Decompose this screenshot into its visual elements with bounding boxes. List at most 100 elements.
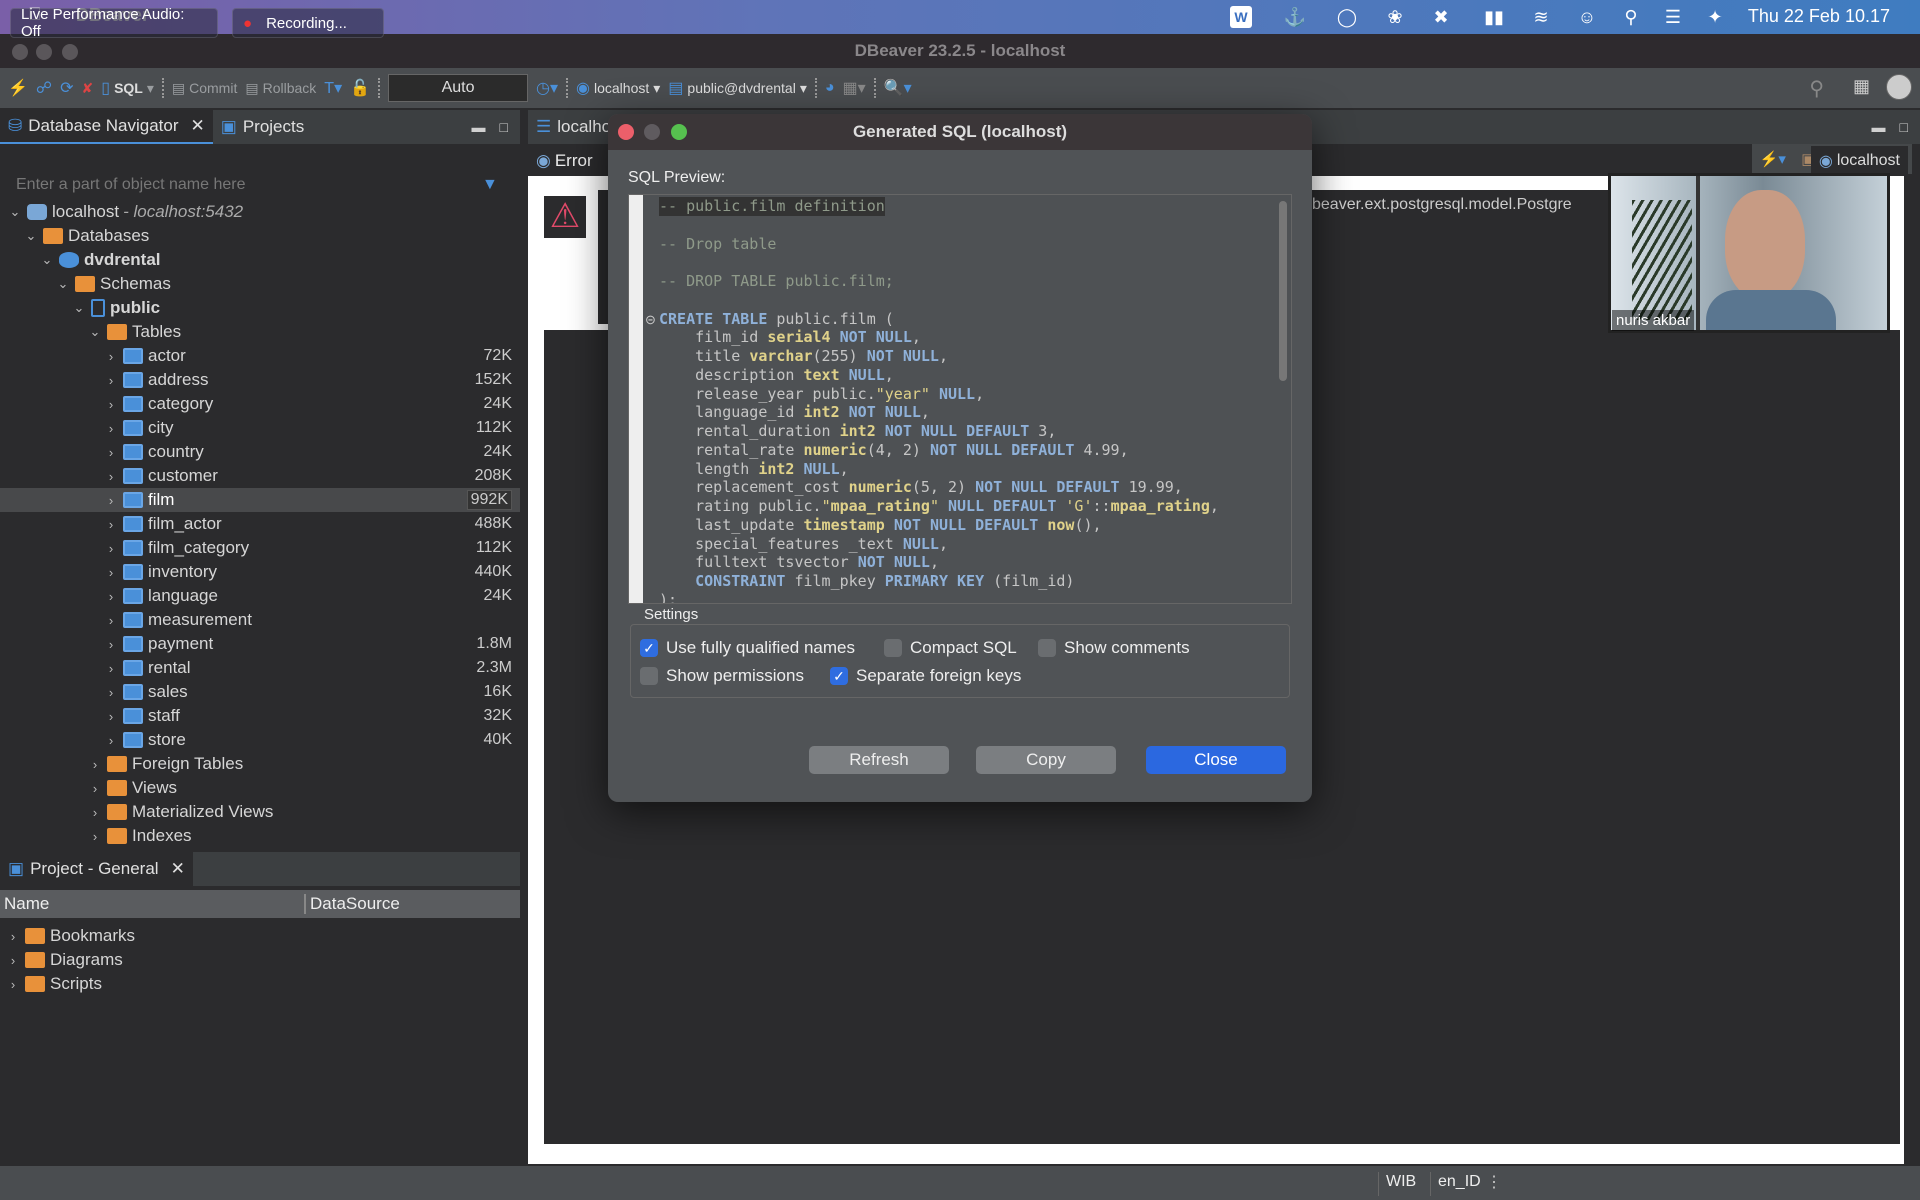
chevron-right-icon[interactable]: › [88,805,102,820]
history-icon[interactable]: ◷▾ [536,78,558,98]
tab-database-navigator[interactable]: ⛁ Database Navigator ✕ [0,110,213,144]
navigator-filter-input[interactable]: Enter a part of object name here [16,176,245,194]
lock-icon[interactable]: 🔓 [350,78,370,98]
tab-projects[interactable]: ▣ Projects [213,110,312,144]
chevron-down-icon[interactable]: ⌄ [56,276,70,292]
tree-table[interactable]: › staff 32K [0,704,520,728]
chevron-right-icon[interactable]: › [104,397,118,412]
tree-table[interactable]: › country 24K [0,440,520,464]
chevron-right-icon[interactable]: › [104,373,118,388]
chevron-right-icon[interactable]: › [6,977,20,992]
checkbox[interactable]: ✓ [830,667,848,685]
dialog-zoom-button[interactable] [671,124,687,140]
dashboard-icon[interactable]: ◕ [825,79,835,97]
search-icon[interactable]: ⚲ [1620,6,1642,28]
option-show-comments[interactable]: Show comments [1038,638,1190,658]
close-icon[interactable]: ✕ [171,859,185,879]
checkbox[interactable] [884,639,902,657]
close-icon[interactable]: ✕ [191,116,205,136]
schema-selector[interactable]: ▤ public@dvdrental ▾ [668,78,807,98]
option-fully-qualified-names[interactable]: ✓ Use fully qualified names [640,638,855,658]
tree-database[interactable]: ⌄ dvdrental [0,248,520,272]
column-datasource[interactable]: DataSource [306,894,400,914]
tree-table[interactable]: › payment 1.8M [0,632,520,656]
chevron-right-icon[interactable]: › [6,953,20,968]
disconnect-icon[interactable]: ✘ [82,80,94,97]
checkbox[interactable] [1038,639,1056,657]
wifi-icon[interactable]: ≋ [1530,6,1552,28]
chevron-right-icon[interactable]: › [104,709,118,724]
chevron-right-icon[interactable]: › [104,493,118,508]
option-show-permissions[interactable]: Show permissions [640,666,804,686]
tree-tables[interactable]: ⌄ Tables [0,320,520,344]
checkbox[interactable] [640,667,658,685]
chevron-right-icon[interactable]: › [88,781,102,796]
tree-table[interactable]: › inventory 440K [0,560,520,584]
wps-icon[interactable]: W [1230,6,1252,28]
new-perspective-icon[interactable]: ▦ [1853,76,1870,97]
dbeaver-perspective-icon[interactable] [1886,74,1912,100]
tree-table[interactable]: › sales 16K [0,680,520,704]
column-name[interactable]: Name [0,894,306,914]
locale-status[interactable]: en_ID [1438,1173,1481,1191]
control-center-icon[interactable]: ☰ [1662,6,1684,28]
chevron-down-icon[interactable]: ⌄ [24,228,38,244]
tree-schema[interactable]: ⌄ public [0,296,520,320]
sql-editor-button[interactable]: ▯ SQL ▾ [101,78,154,98]
tree-connection[interactable]: ⌄ localhost - localhost:5432 [0,200,520,224]
tree-folder[interactable]: › Materialized Views [0,800,520,824]
tree-table[interactable]: › measurement [0,608,520,632]
chevron-right-icon[interactable]: › [104,469,118,484]
checkbox[interactable]: ✓ [640,639,658,657]
vertical-scrollbar[interactable] [1279,201,1287,381]
reconnect-icon[interactable]: ⟳ [60,78,73,98]
chevron-right-icon[interactable]: › [104,541,118,556]
chevron-right-icon[interactable]: › [104,685,118,700]
chevron-down-icon[interactable]: ⌄ [72,300,86,316]
siri-icon[interactable]: ✦ [1704,6,1726,28]
tree-table[interactable]: › film 992K [0,488,520,512]
project-item[interactable]: › Diagrams [0,948,520,972]
refresh-button[interactable]: Refresh [809,746,949,774]
dialog-close-button[interactable] [618,124,634,140]
vpn-icon[interactable]: ◯ [1336,6,1358,28]
tab-error[interactable]: ◉ Error [528,146,608,176]
tree-table[interactable]: › language 24K [0,584,520,608]
tree-table[interactable]: › customer 208K [0,464,520,488]
transaction-mode-select[interactable]: Auto [388,74,529,102]
tree-table[interactable]: › actor 72K [0,344,520,368]
menubar-clock[interactable]: Thu 22 Feb 10.17 [1748,6,1890,27]
chevron-right-icon[interactable]: › [104,613,118,628]
chevron-right-icon[interactable]: › [104,637,118,652]
project-item[interactable]: › Bookmarks [0,924,520,948]
transaction-mode-icon[interactable]: T▾ [324,78,342,98]
chevron-right-icon[interactable]: › [104,349,118,364]
status-menu-icon[interactable]: ⋮ [1486,1172,1502,1192]
fold-icon[interactable]: ⊝ [645,312,656,328]
user-icon[interactable]: ☺ [1576,6,1598,28]
chevron-down-icon[interactable]: ⌄ [40,252,54,268]
helper-icon[interactable]: ❀ [1384,6,1406,28]
chevron-right-icon[interactable]: › [104,589,118,604]
sql-preview-editor[interactable]: ⊝ -- public.film definition -- Drop tabl… [628,194,1292,604]
close-button[interactable]: Close [1146,746,1286,774]
chevron-right-icon[interactable]: › [88,829,102,844]
tab-project-general[interactable]: ▣ Project - General ✕ [0,852,193,886]
copy-button[interactable]: Copy [976,746,1116,774]
tree-folder[interactable]: › Views [0,776,520,800]
chevron-down-icon[interactable]: ⌄ [8,204,22,220]
tree-table[interactable]: › address 152K [0,368,520,392]
maximize-icon[interactable]: □ [500,119,508,135]
docker-icon[interactable]: ⚓ [1284,6,1306,28]
tree-table[interactable]: › film_actor 488K [0,512,520,536]
chevron-right-icon[interactable]: › [104,661,118,676]
option-separate-foreign-keys[interactable]: ✓ Separate foreign keys [830,666,1021,686]
tree-folder[interactable]: › Foreign Tables [0,752,520,776]
timezone-status[interactable]: WIB [1386,1173,1416,1191]
chevron-right-icon[interactable]: › [104,733,118,748]
chevron-right-icon[interactable]: › [104,565,118,580]
filter-icon[interactable]: ▼ [482,176,498,194]
new-connection-icon[interactable]: ⚡▾ [1760,150,1786,168]
rollback-button[interactable]: ▤ Rollback [245,80,316,97]
tree-databases[interactable]: ⌄ Databases [0,224,520,248]
